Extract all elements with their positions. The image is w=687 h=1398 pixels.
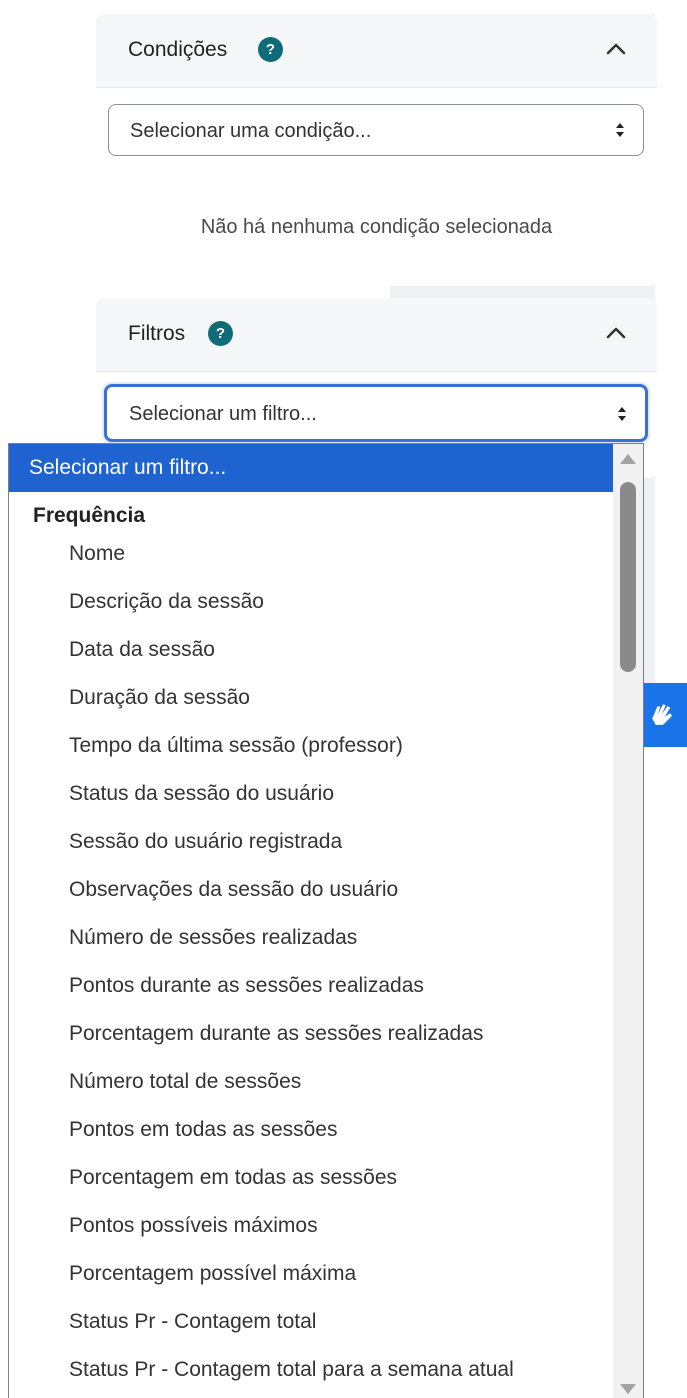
scrollbar-thumb[interactable] [620, 482, 636, 672]
dropdown-option[interactable]: Porcentagem possível máxima [9, 1250, 614, 1298]
chevron-up-icon[interactable] [605, 38, 627, 60]
scroll-down-arrow-icon[interactable] [620, 1384, 636, 1394]
dropdown-option[interactable]: Status da sessão do usuário [9, 770, 614, 818]
chevron-up-icon[interactable] [605, 322, 627, 344]
dropdown-option[interactable]: Número de sessões realizadas [9, 914, 614, 962]
page: Condições ? Selecionar uma condição... N… [0, 0, 687, 1398]
dropdown-option[interactable]: Duração da sessão [9, 674, 614, 722]
dropdown-option[interactable]: Número total de sessões [9, 1058, 614, 1106]
select-arrows-icon [616, 123, 624, 137]
help-icon[interactable]: ? [258, 37, 283, 62]
dropdown-option[interactable]: Porcentagem durante as sessões realizada… [9, 1010, 614, 1058]
dropdown-option[interactable]: Porcentagem em todas as sessões [9, 1154, 614, 1202]
conditions-title: Condições [128, 38, 228, 61]
dropdown-option-selected[interactable]: Selecionar um filtro... [9, 444, 614, 492]
dropdown-option[interactable]: Pontos durante as sessões realizadas [9, 962, 614, 1010]
sign-language-icon [652, 704, 672, 725]
condition-select-value: Selecionar uma condição... [130, 120, 372, 142]
help-icon[interactable]: ? [208, 321, 233, 346]
dropdown-option[interactable]: Observações da sessão do usuário [9, 866, 614, 914]
dropdown-option[interactable]: Sessão do usuário registrada [9, 818, 614, 866]
dropdown-option[interactable]: Pontos em todas as sessões [9, 1106, 614, 1154]
filters-title: Filtros [128, 322, 186, 345]
scroll-up-arrow-icon[interactable] [620, 454, 636, 464]
dropdown-option[interactable]: Pontos possíveis máximos [9, 1202, 614, 1250]
dropdown-option[interactable]: Status Pr - Contagem total para a semana… [9, 1346, 614, 1394]
condition-select[interactable]: Selecionar uma condição... [108, 104, 644, 156]
dropdown-scrollbar[interactable] [613, 444, 643, 1398]
dropdown-option[interactable]: Status Pr - Contagem total [9, 1298, 614, 1346]
dropdown-option[interactable]: Nome [9, 530, 614, 578]
dropdown-option[interactable]: Descrição da sessão [9, 578, 614, 626]
dropdown-option[interactable]: Data da sessão [9, 626, 614, 674]
no-condition-message: Não há nenhuma condição selecionada [200, 216, 553, 238]
filter-select-value: Selecionar um filtro... [129, 403, 317, 425]
conditions-header[interactable]: Condições ? [96, 14, 657, 88]
filters-header[interactable]: Filtros ? [96, 298, 657, 372]
filter-dropdown-list[interactable]: Selecionar um filtro... Frequência Nome … [8, 443, 644, 1398]
conditions-card: Condições ? Selecionar uma condição... N… [96, 14, 657, 286]
select-arrows-icon [618, 407, 626, 421]
dropdown-option[interactable]: Tempo da última sessão (professor) [9, 722, 614, 770]
filter-select[interactable]: Selecionar um filtro... [104, 384, 648, 442]
